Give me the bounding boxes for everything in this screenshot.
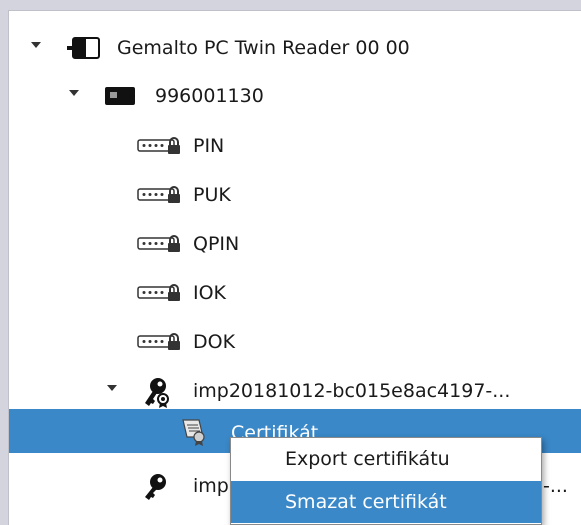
pin-key-icon	[137, 333, 183, 357]
tree-item-puk[interactable]: PUK	[9, 172, 581, 218]
tree-item-label: imp	[193, 475, 229, 497]
tree-item-card[interactable]: 996001130	[9, 73, 581, 119]
certificate-icon	[179, 417, 209, 451]
tree-item-label-suffix: -...	[543, 475, 568, 497]
tree-item-qpin[interactable]: QPIN	[9, 221, 581, 267]
tree-item-label: imp20181012-bc015e8ac4197-...	[193, 380, 511, 402]
tree-item-iok[interactable]: IOK	[9, 270, 581, 316]
tree-item-label: DOK	[193, 331, 236, 353]
tree-item-label: 996001130	[155, 85, 264, 107]
smart-card-icon	[105, 87, 135, 109]
key-icon	[143, 473, 169, 505]
expand-arrow-icon[interactable]	[107, 385, 117, 391]
expand-arrow-icon[interactable]	[69, 90, 79, 96]
tree-item-reader[interactable]: Gemalto PC Twin Reader 00 00	[9, 25, 581, 71]
menu-item-export-certificate[interactable]: Export certifikátu	[231, 438, 541, 480]
expand-arrow-icon[interactable]	[31, 42, 41, 48]
tree-item-label: QPIN	[193, 233, 240, 255]
pin-key-icon	[137, 284, 183, 308]
key-certificate-icon	[143, 377, 171, 413]
tree-item-label: PIN	[193, 135, 225, 157]
pin-key-icon	[137, 235, 183, 259]
tree-item-label: PUK	[193, 184, 231, 206]
pin-key-icon	[137, 137, 183, 161]
pin-key-icon	[137, 186, 183, 210]
tree-item-label: IOK	[193, 282, 227, 304]
tree-item-dok[interactable]: DOK	[9, 319, 581, 365]
tree-item-pin[interactable]: PIN	[9, 123, 581, 169]
tree-item-label: Gemalto PC Twin Reader 00 00	[117, 37, 410, 59]
menu-item-label: Export certifikátu	[285, 448, 450, 470]
context-menu: Export certifikátu Smazat certifikát	[230, 437, 542, 525]
menu-item-delete-certificate[interactable]: Smazat certifikát	[231, 481, 541, 523]
menu-item-label: Smazat certifikát	[285, 491, 447, 513]
tree-item-keypair[interactable]: imp20181012-bc015e8ac4197-...	[9, 368, 581, 414]
card-reader-icon	[65, 36, 103, 64]
